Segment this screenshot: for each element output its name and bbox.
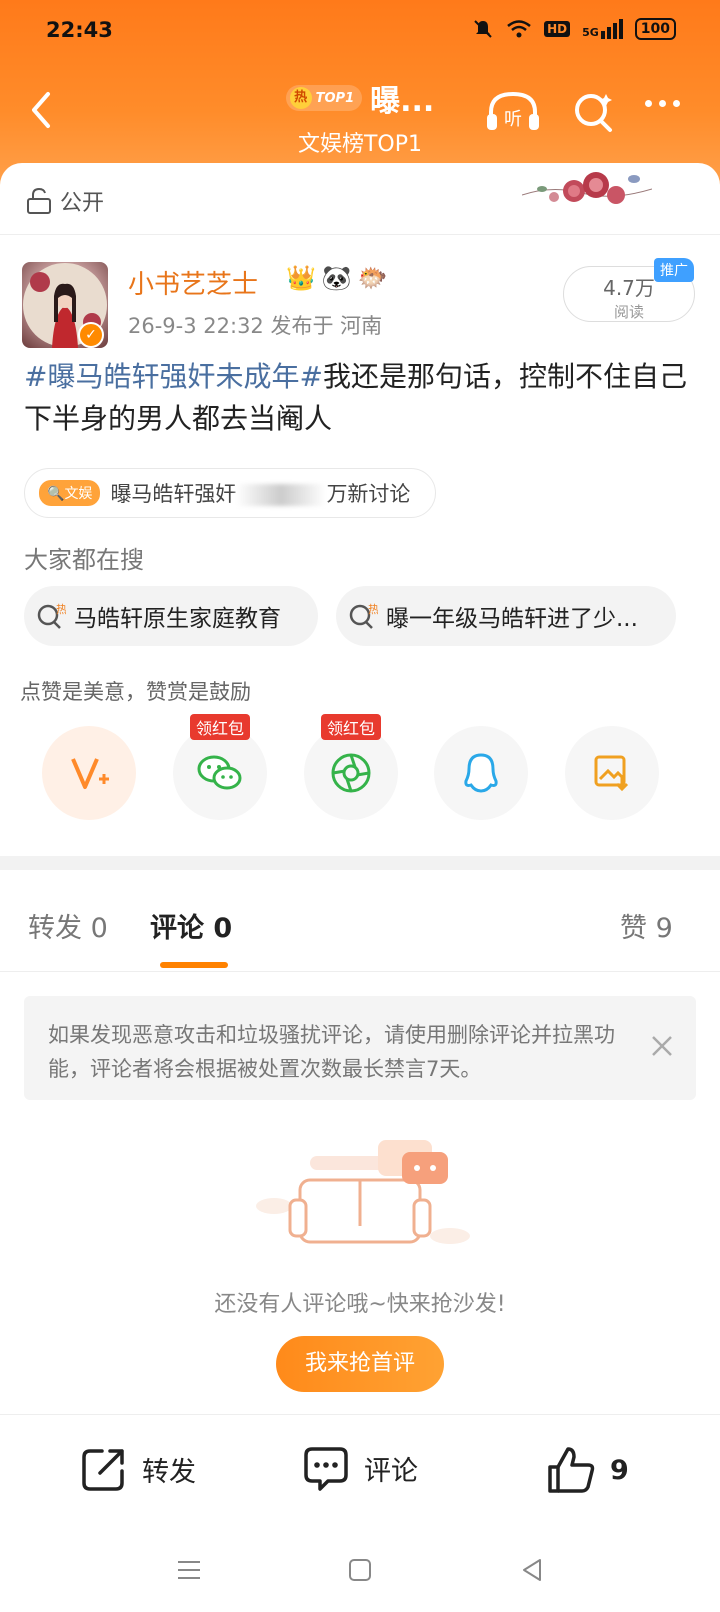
share-row: 领红包 领红包	[0, 714, 720, 826]
hot-rank-badge: 热 TOP1	[285, 85, 363, 111]
status-icons: HD 5G 100	[472, 18, 676, 40]
topic-text-a: 曝马皓轩强奸	[110, 482, 237, 506]
share-qq-button[interactable]	[434, 726, 528, 820]
red-packet-tag: 领红包	[320, 714, 381, 740]
save-image-button[interactable]	[565, 726, 659, 820]
encourage-text: 点赞是美意，赞赏是鼓励	[20, 680, 251, 704]
roses-decoration	[522, 172, 652, 204]
signal-icon: 5G	[582, 19, 623, 39]
hot-search-icon: 热	[37, 603, 66, 629]
author-name[interactable]: 小书艺芝士	[128, 264, 258, 301]
hot-icon: 热	[289, 87, 312, 109]
topic-chip[interactable]: 🔍文娱 曝马皓轩强奸 万新讨论	[24, 468, 436, 518]
tab-like[interactable]: 赞 9	[620, 906, 673, 945]
status-time: 22:43	[46, 18, 113, 42]
notice-text: 如果发现恶意攻击和垃圾骚扰评论，请使用删除评论并拉黑功能，评论者将会根据被处置次…	[48, 1023, 615, 1081]
svg-text:热: 热	[368, 603, 378, 616]
wifi-icon	[507, 20, 531, 38]
promo-tag[interactable]: 推广	[654, 258, 694, 282]
fish-badge-icon: 🐡	[357, 264, 388, 292]
visibility-label[interactable]: 公开	[26, 185, 104, 217]
empty-comments-text: 还没有人评论哦~快来抢沙发!	[214, 1292, 506, 1317]
post-text: #曝马皓轩强奸未成年#我还是那句话，控制不住自己下半身的男人都去当阉人	[24, 356, 704, 440]
back-icon[interactable]	[26, 90, 56, 130]
svg-text:听: 听	[504, 109, 522, 130]
comment-label: 评论	[364, 1455, 418, 1487]
comment-icon	[304, 1447, 348, 1491]
page-title: 曝...	[370, 84, 435, 119]
hashtag-link[interactable]: #曝马皓轩强奸未成年#	[24, 360, 323, 393]
comment-button[interactable]: 评论	[302, 1445, 418, 1491]
tab-comment[interactable]: 评论 0	[150, 906, 232, 945]
reward-v-icon	[71, 758, 109, 789]
more-icon[interactable]	[645, 100, 680, 107]
battery-icon: 100	[634, 18, 676, 40]
red-packet-tag: 领红包	[189, 714, 250, 740]
moments-icon	[331, 753, 371, 793]
first-comment-button[interactable]: 我来抢首评	[276, 1336, 444, 1392]
status-bar: 22:43 HD 5G 100	[0, 0, 720, 62]
comment-tabs: 转发 0 评论 0 赞 9	[0, 870, 720, 972]
section-divider	[0, 856, 720, 870]
verified-icon: ✓	[78, 322, 104, 348]
network-type: 5G	[582, 26, 599, 39]
comment-notice: 如果发现恶意攻击和垃圾骚扰评论，请使用删除评论并拉黑功能，评论者将会根据被处置次…	[24, 996, 696, 1100]
trending-search-label: 曝一年级马皓轩进了少...	[386, 606, 638, 632]
svg-text:热: 热	[56, 603, 66, 616]
like-button[interactable]: 9	[546, 1445, 629, 1495]
repost-icon	[82, 1449, 124, 1491]
panda-badge-icon: 🐼	[321, 264, 352, 292]
close-icon[interactable]	[650, 1034, 674, 1058]
trending-search-label: 马皓轩原生家庭教育	[74, 606, 281, 632]
author-badges[interactable]: 👑 🐼 🐡	[286, 264, 388, 292]
reward-button[interactable]	[42, 726, 136, 820]
trending-search-title: 大家都在搜	[24, 546, 144, 574]
topic-tag-label: 文娱	[64, 486, 93, 502]
blurred-region	[236, 484, 327, 506]
share-wechat-button[interactable]: 领红包	[173, 714, 267, 820]
unlock-icon	[27, 187, 51, 214]
menu-icon[interactable]	[176, 1558, 202, 1582]
home-icon[interactable]	[348, 1558, 372, 1582]
mute-icon	[474, 20, 492, 38]
thumbs-up-icon	[548, 1447, 595, 1493]
hot-search-icon: 热	[349, 603, 378, 629]
repost-label: 转发	[142, 1456, 196, 1488]
trending-search-item[interactable]: 热 马皓轩原生家庭教育	[24, 586, 318, 646]
qq-icon	[464, 753, 498, 793]
like-count: 9	[610, 1454, 629, 1486]
header: 22:43 HD 5G 100 热 TOP1 曝... 文娱榜TOP1 听	[0, 0, 720, 185]
back-nav-icon[interactable]	[520, 1558, 544, 1582]
nav-center: 热 TOP1 曝... 文娱榜TOP1	[260, 76, 460, 158]
visibility-text: 公开	[60, 191, 105, 216]
bottom-action-bar: 转发 评论 9	[0, 1414, 720, 1524]
tab-active-indicator	[160, 962, 228, 968]
wechat-icon	[197, 755, 242, 790]
topic-text: 曝马皓轩强奸 万新讨论	[110, 478, 410, 508]
page-subtitle[interactable]: 文娱榜TOP1	[260, 126, 460, 158]
crown-badge-icon: 👑	[286, 264, 316, 292]
visibility-bar: 公开	[0, 163, 720, 235]
topic-tag: 🔍文娱	[39, 480, 101, 506]
empty-sofa-illustration	[256, 1140, 470, 1244]
listen-icon[interactable]: 听	[485, 90, 541, 134]
tab-repost[interactable]: 转发 0	[28, 906, 108, 945]
search-icon[interactable]	[572, 90, 616, 134]
save-image-icon	[594, 755, 629, 792]
reads-label: 阅读	[613, 303, 644, 321]
hot-rank: TOP1	[315, 90, 355, 106]
share-moments-button[interactable]: 领红包	[304, 714, 398, 820]
post-card: ✓ 小书艺芝士 👑 🐼 🐡 26-9-3 22:32 发布于 河南 4.7万 阅…	[0, 236, 720, 856]
post-meta: 26-9-3 22:32 发布于 河南	[128, 314, 383, 338]
topic-text-b: 万新讨论	[326, 482, 411, 506]
repost-button[interactable]: 转发	[80, 1445, 196, 1493]
system-nav-bar	[0, 1540, 720, 1600]
trending-search-item[interactable]: 热 曝一年级马皓轩进了少...	[336, 586, 676, 646]
hd-icon: HD	[544, 21, 571, 37]
